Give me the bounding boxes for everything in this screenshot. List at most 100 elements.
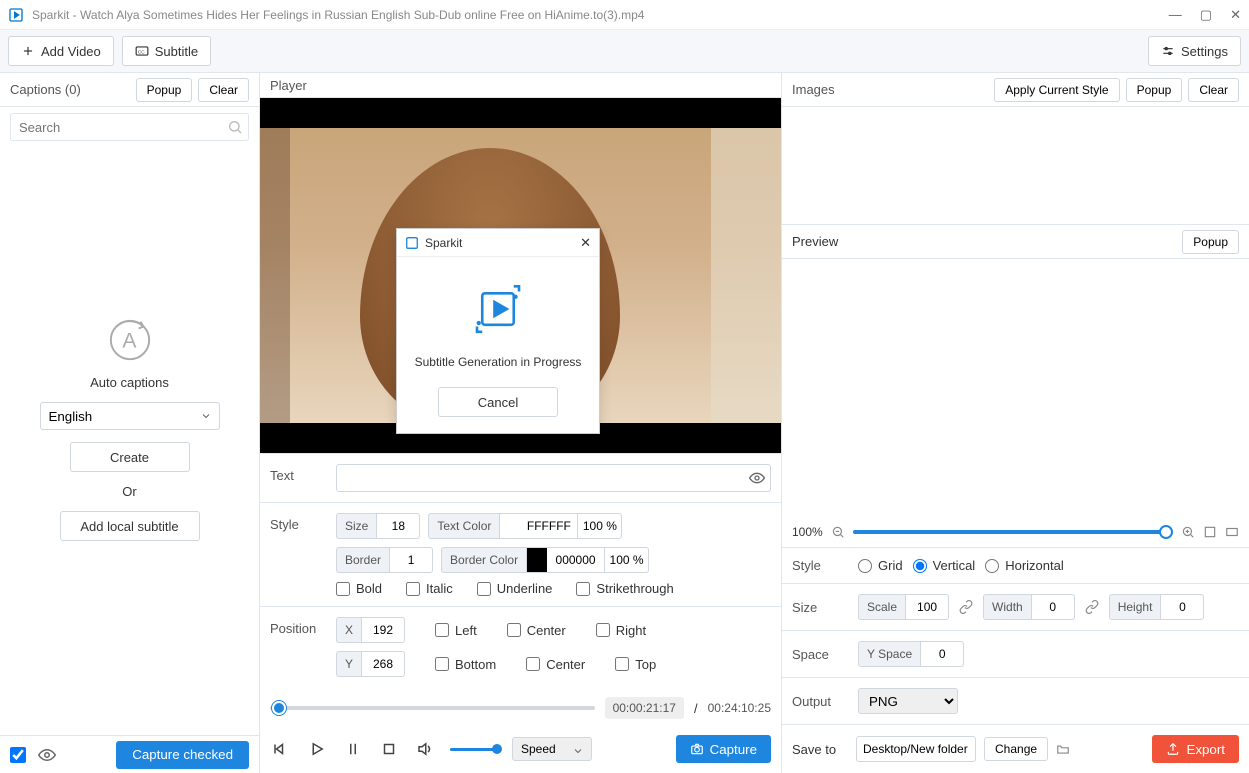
capture-button[interactable]: Capture xyxy=(676,735,771,763)
caption-text-input[interactable] xyxy=(336,464,771,492)
border-color-opacity-input[interactable] xyxy=(605,547,649,573)
grid-radio[interactable] xyxy=(858,559,872,573)
text-color-opacity-input[interactable] xyxy=(578,513,622,539)
text-color-swatch[interactable] xyxy=(500,513,520,539)
add-video-button[interactable]: Add Video xyxy=(8,36,114,66)
apply-style-button[interactable]: Apply Current Style xyxy=(994,78,1119,102)
save-path-input[interactable] xyxy=(856,736,976,762)
images-header: Images xyxy=(792,82,988,97)
eye-icon[interactable] xyxy=(38,746,56,764)
minimize-button[interactable]: — xyxy=(1169,7,1182,22)
pause-button[interactable] xyxy=(342,738,364,760)
prev-frame-button[interactable] xyxy=(270,738,292,760)
scale-input[interactable] xyxy=(905,594,949,620)
output-label: Output xyxy=(792,694,848,709)
border-color-hex-input[interactable] xyxy=(547,547,605,573)
bold-checkbox[interactable] xyxy=(336,582,350,596)
strikethrough-checkbox[interactable] xyxy=(576,582,590,596)
images-clear-button[interactable]: Clear xyxy=(1188,78,1239,102)
width-input[interactable] xyxy=(1031,594,1075,620)
play-button[interactable] xyxy=(306,738,328,760)
crop-icon xyxy=(470,281,526,337)
size-input[interactable] xyxy=(376,513,420,539)
images-popup-button[interactable]: Popup xyxy=(1126,78,1183,102)
horizontal-radio[interactable] xyxy=(985,559,999,573)
total-time: 00:24:10:25 xyxy=(708,701,771,715)
fit-icon[interactable] xyxy=(1203,525,1217,539)
link-icon[interactable] xyxy=(1085,600,1099,614)
folder-icon[interactable] xyxy=(1056,742,1070,756)
right-panel: Images Apply Current Style Popup Clear P… xyxy=(782,73,1249,773)
modal-title: Sparkit xyxy=(425,236,580,250)
captions-popup-button[interactable]: Popup xyxy=(136,78,193,102)
volume-icon[interactable] xyxy=(414,738,436,760)
modal-cancel-button[interactable]: Cancel xyxy=(438,387,558,417)
modal-close-button[interactable]: ✕ xyxy=(580,235,591,251)
size-label: Size xyxy=(336,513,376,539)
zoom-out-icon[interactable] xyxy=(831,525,845,539)
height-input[interactable] xyxy=(1160,594,1204,620)
plus-icon xyxy=(21,44,35,58)
zoom-slider[interactable] xyxy=(853,530,1173,534)
link-icon[interactable] xyxy=(959,600,973,614)
x-input[interactable] xyxy=(361,617,405,643)
zoom-in-icon[interactable] xyxy=(1181,525,1195,539)
search-input[interactable] xyxy=(10,113,249,141)
change-folder-button[interactable]: Change xyxy=(984,737,1048,761)
preview-canvas xyxy=(782,259,1249,517)
border-input[interactable] xyxy=(389,547,433,573)
seek-slider[interactable] xyxy=(270,706,595,710)
border-color-swatch[interactable] xyxy=(527,547,547,573)
right-checkbox[interactable] xyxy=(596,623,610,637)
style-label: Style xyxy=(270,513,326,596)
toolbar: Add Video CC Subtitle Settings xyxy=(0,30,1249,73)
volume-slider[interactable] xyxy=(450,748,498,751)
svg-text:CC: CC xyxy=(138,49,145,54)
camera-icon xyxy=(690,742,704,756)
add-local-subtitle-button[interactable]: Add local subtitle xyxy=(60,511,200,541)
captions-panel: Captions (0) Popup Clear A Auto captions… xyxy=(0,73,260,773)
stop-button[interactable] xyxy=(378,738,400,760)
border-color-label: Border Color xyxy=(441,547,527,573)
app-icon xyxy=(8,7,24,23)
y-input[interactable] xyxy=(361,651,405,677)
captions-header: Captions (0) xyxy=(10,82,130,97)
left-checkbox[interactable] xyxy=(435,623,449,637)
svg-text:A: A xyxy=(122,330,137,353)
create-button[interactable]: Create xyxy=(70,442,190,472)
cc-icon: CC xyxy=(135,44,149,58)
vertical-radio[interactable] xyxy=(913,559,927,573)
export-button[interactable]: Export xyxy=(1152,735,1239,763)
text-color-hex-input[interactable] xyxy=(520,513,578,539)
yspace-input[interactable] xyxy=(920,641,964,667)
underline-checkbox[interactable] xyxy=(477,582,491,596)
eye-icon[interactable] xyxy=(749,470,765,486)
current-time: 00:00:21:17 xyxy=(605,697,684,719)
titlebar: Sparkit - Watch Alya Sometimes Hides Her… xyxy=(0,0,1249,30)
app-icon xyxy=(405,236,419,250)
speed-select[interactable]: Speed xyxy=(512,737,592,761)
modal-message: Subtitle Generation in Progress xyxy=(415,355,582,369)
top-checkbox[interactable] xyxy=(615,657,629,671)
border-label: Border xyxy=(336,547,389,573)
settings-button[interactable]: Settings xyxy=(1148,36,1241,66)
sliders-icon xyxy=(1161,44,1175,58)
space-label: Space xyxy=(792,647,848,662)
preview-popup-button[interactable]: Popup xyxy=(1182,230,1239,254)
size-label: Size xyxy=(792,600,848,615)
output-format-select[interactable]: PNG xyxy=(858,688,958,714)
fullscreen-icon[interactable] xyxy=(1225,525,1239,539)
language-select[interactable]: English xyxy=(40,402,220,430)
captions-clear-button[interactable]: Clear xyxy=(198,78,249,102)
bottom-checkbox[interactable] xyxy=(435,657,449,671)
select-all-checkbox[interactable] xyxy=(10,747,26,763)
center-v-checkbox[interactable] xyxy=(526,657,540,671)
auto-caption-icon: A xyxy=(107,317,153,363)
style-label: Style xyxy=(792,558,848,573)
subtitle-button[interactable]: CC Subtitle xyxy=(122,36,211,66)
center-h-checkbox[interactable] xyxy=(507,623,521,637)
close-button[interactable]: ✕ xyxy=(1230,7,1241,23)
italic-checkbox[interactable] xyxy=(406,582,420,596)
maximize-button[interactable]: ▢ xyxy=(1200,7,1212,23)
capture-checked-button[interactable]: Capture checked xyxy=(116,741,249,769)
